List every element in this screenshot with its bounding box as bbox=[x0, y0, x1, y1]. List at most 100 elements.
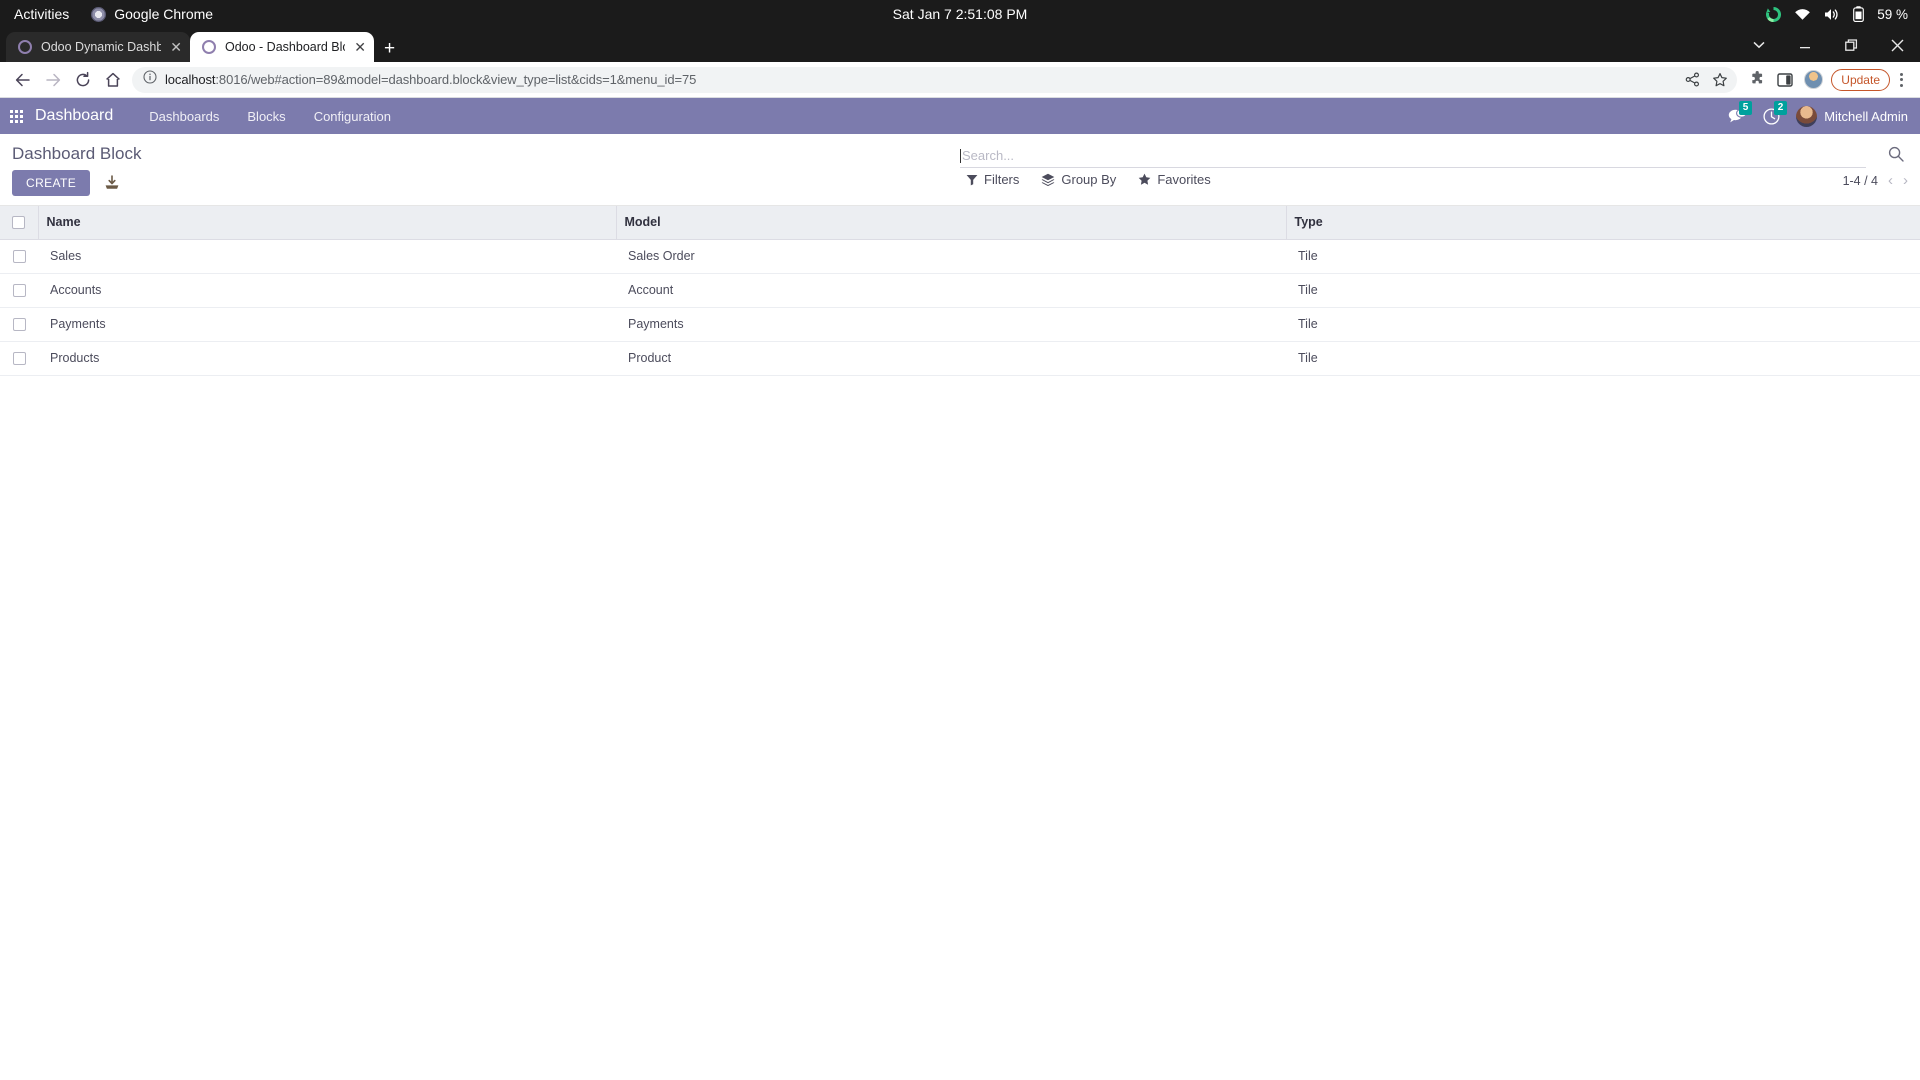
cell-model: Sales Order bbox=[616, 239, 1286, 274]
text-caret bbox=[960, 148, 961, 163]
table-row[interactable]: Sales Sales Order Tile bbox=[0, 239, 1920, 274]
browser-tab-strip: Odoo Dynamic Dashboar ✕ Odoo - Dashboard… bbox=[0, 28, 1920, 62]
user-name-label: Mitchell Admin bbox=[1824, 108, 1908, 124]
messages-badge: 5 bbox=[1739, 100, 1752, 115]
battery-percent-label: 59 % bbox=[1877, 6, 1908, 22]
kebab-menu-icon[interactable] bbox=[1890, 65, 1912, 95]
avatar bbox=[1796, 105, 1818, 127]
layers-icon bbox=[1041, 173, 1055, 186]
url-host: localhost bbox=[165, 72, 216, 87]
apps-grid-icon[interactable] bbox=[10, 109, 23, 123]
activities-badge: 2 bbox=[1774, 100, 1787, 115]
group-by-label: Group By bbox=[1061, 172, 1117, 187]
create-button[interactable]: CREATE bbox=[12, 170, 91, 196]
row-select-cell[interactable] bbox=[0, 341, 38, 376]
profile-avatar[interactable] bbox=[1799, 65, 1827, 95]
filters-label: Filters bbox=[984, 172, 1020, 187]
battery-icon[interactable] bbox=[1853, 6, 1865, 22]
column-header-type[interactable]: Type bbox=[1286, 206, 1920, 240]
star-icon[interactable] bbox=[1707, 67, 1733, 93]
new-tab-button[interactable]: + bbox=[384, 39, 395, 58]
page-title: Dashboard Block bbox=[12, 144, 142, 163]
cell-name: Sales bbox=[38, 239, 616, 274]
column-header-model[interactable]: Model bbox=[616, 206, 1287, 240]
row-checkbox[interactable] bbox=[12, 250, 26, 264]
activities-button[interactable]: Activities bbox=[14, 6, 69, 22]
share-icon[interactable] bbox=[1679, 67, 1705, 93]
cell-type: Tile bbox=[1286, 239, 1920, 274]
row-select-cell[interactable] bbox=[0, 307, 38, 342]
row-checkbox[interactable] bbox=[12, 284, 26, 298]
column-header-name[interactable]: Name bbox=[38, 206, 617, 240]
chevron-right-icon[interactable]: › bbox=[1903, 173, 1908, 188]
row-select-cell[interactable] bbox=[0, 239, 38, 274]
app-brand-name[interactable]: Dashboard bbox=[35, 107, 113, 125]
url-path: :8016/web#action=89&model=dashboard.bloc… bbox=[215, 72, 697, 87]
cell-name: Payments bbox=[38, 307, 616, 342]
tab-search-icon[interactable] bbox=[1736, 28, 1782, 62]
sync-icon[interactable] bbox=[1766, 6, 1782, 22]
search-options: Filters Group By Favorites bbox=[966, 172, 1211, 187]
side-panel-icon[interactable] bbox=[1771, 65, 1799, 95]
table-row[interactable]: Accounts Account Tile bbox=[0, 273, 1920, 308]
user-menu[interactable]: Mitchell Admin bbox=[1796, 105, 1908, 127]
active-app-indicator[interactable]: Google Chrome bbox=[91, 6, 213, 22]
table-row[interactable]: Payments Payments Tile bbox=[0, 307, 1920, 342]
menu-item-dashboards[interactable]: Dashboards bbox=[135, 109, 233, 124]
address-bar[interactable]: localhost:8016/web#action=89&model=dashb… bbox=[132, 66, 1738, 93]
records-table: Name Model Type Sales Sales Order Tile A… bbox=[0, 206, 1920, 376]
info-circle-icon[interactable] bbox=[143, 70, 157, 89]
maximize-icon[interactable] bbox=[1828, 28, 1874, 62]
import-icon[interactable] bbox=[104, 175, 120, 191]
cell-model: Payments bbox=[616, 307, 1286, 342]
row-checkbox[interactable] bbox=[12, 318, 26, 332]
browser-toolbar: localhost:8016/web#action=89&model=dashb… bbox=[0, 62, 1920, 98]
close-icon[interactable]: ✕ bbox=[354, 40, 366, 54]
update-button[interactable]: Update bbox=[1831, 68, 1890, 91]
reload-icon[interactable] bbox=[68, 65, 98, 95]
close-icon[interactable] bbox=[1874, 28, 1920, 62]
table-header-row: Name Model Type bbox=[0, 206, 1920, 240]
list-view: Name Model Type Sales Sales Order Tile A… bbox=[0, 206, 1920, 376]
menu-item-configuration[interactable]: Configuration bbox=[300, 109, 405, 124]
row-select-cell[interactable] bbox=[0, 273, 38, 308]
back-icon[interactable] bbox=[8, 65, 38, 95]
messages-menu[interactable]: 5 bbox=[1728, 100, 1752, 125]
favorites-dropdown[interactable]: Favorites bbox=[1138, 172, 1211, 187]
cell-name: Accounts bbox=[38, 273, 616, 308]
system-clock[interactable]: Sat Jan 7 2:51:08 PM bbox=[893, 6, 1028, 22]
tab-title: Odoo Dynamic Dashboar bbox=[41, 40, 162, 54]
select-all-header[interactable] bbox=[0, 206, 39, 240]
pager: 1-4 / 4 ‹ › bbox=[1843, 173, 1908, 188]
table-body: Sales Sales Order Tile Accounts Account … bbox=[0, 239, 1920, 376]
favorites-label: Favorites bbox=[1157, 172, 1211, 187]
menu-item-blocks[interactable]: Blocks bbox=[233, 109, 299, 124]
control-panel: Dashboard Block Search... CREATE Filters bbox=[0, 134, 1920, 206]
row-checkbox[interactable] bbox=[12, 352, 26, 366]
star-icon bbox=[1139, 173, 1151, 185]
odoo-menu: Dashboards Blocks Configuration bbox=[135, 109, 405, 124]
cell-model: Product bbox=[616, 341, 1286, 376]
browser-tab-active[interactable]: Odoo - Dashboard Block ✕ bbox=[190, 32, 374, 62]
activities-menu[interactable]: 2 bbox=[1763, 100, 1787, 125]
window-controls bbox=[1736, 28, 1920, 62]
tab-title: Odoo - Dashboard Block bbox=[225, 40, 345, 54]
pager-value: 1-4 / 4 bbox=[1842, 173, 1878, 188]
wifi-icon[interactable] bbox=[1794, 7, 1811, 22]
extensions-puzzle-icon[interactable] bbox=[1743, 65, 1771, 95]
funnel-icon bbox=[966, 174, 978, 185]
volume-icon[interactable] bbox=[1824, 7, 1840, 22]
minimize-icon[interactable] bbox=[1782, 28, 1828, 62]
close-icon[interactable]: ✕ bbox=[170, 40, 182, 54]
home-icon[interactable] bbox=[98, 65, 128, 95]
chevron-left-icon[interactable]: ‹ bbox=[1888, 173, 1893, 188]
filters-dropdown[interactable]: Filters bbox=[966, 172, 1019, 187]
group-by-dropdown[interactable]: Group By bbox=[1041, 172, 1116, 187]
table-row[interactable]: Products Product Tile bbox=[0, 341, 1920, 376]
url-text: localhost:8016/web#action=89&model=dashb… bbox=[165, 72, 696, 87]
select-all-checkbox[interactable] bbox=[12, 216, 26, 230]
browser-tab-inactive[interactable]: Odoo Dynamic Dashboar ✕ bbox=[6, 32, 190, 62]
chrome-icon bbox=[91, 6, 107, 22]
cell-model: Account bbox=[616, 273, 1286, 308]
odoo-navbar: Dashboard Dashboards Blocks Configuratio… bbox=[0, 98, 1920, 134]
